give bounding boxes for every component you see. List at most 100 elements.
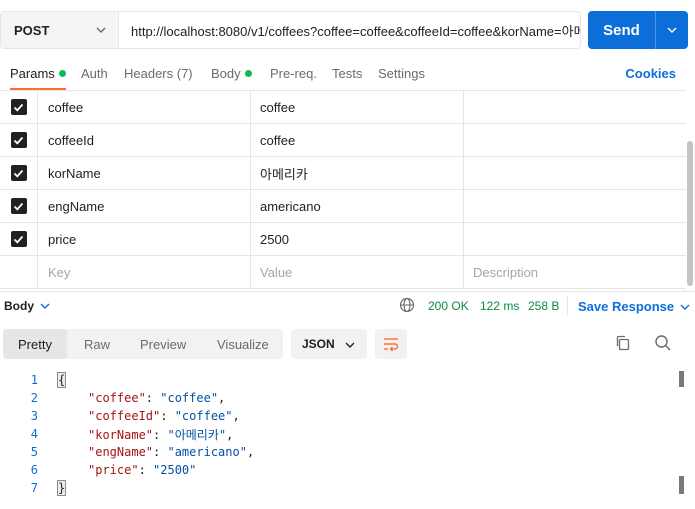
send-dropdown[interactable]	[656, 25, 688, 35]
tab-body-label: Body	[211, 66, 241, 81]
save-response-label: Save Response	[578, 299, 675, 314]
response-body-toggle[interactable]: Body	[4, 299, 50, 313]
check-icon	[13, 235, 24, 244]
response-toolbar: Pretty Raw Preview Visualize JSON	[0, 329, 695, 359]
row-checkbox-cell	[0, 124, 38, 156]
row-checkbox[interactable]	[10, 165, 27, 181]
param-description[interactable]	[464, 190, 686, 222]
format-select[interactable]: JSON	[291, 329, 367, 359]
editor-scrollbar-bottom[interactable]	[679, 476, 684, 494]
value-placeholder[interactable]: Value	[251, 256, 464, 288]
search-icon[interactable]	[654, 334, 672, 352]
row-checkbox-cell	[0, 91, 38, 123]
wrap-lines-icon	[384, 338, 399, 351]
response-time[interactable]: 122 ms	[480, 299, 519, 313]
param-key[interactable]: price	[38, 223, 251, 255]
row-checkbox[interactable]	[10, 231, 27, 247]
chevron-down-icon	[680, 304, 690, 310]
tab-params[interactable]: Params	[10, 66, 66, 90]
request-tabs: Params Auth Headers (7) Body Pre-req. Te…	[0, 62, 695, 90]
send-button[interactable]: Send	[588, 11, 688, 49]
json-separator: ,	[246, 445, 255, 459]
status-code[interactable]: 200 OK	[428, 299, 469, 313]
copy-icon[interactable]	[614, 334, 632, 352]
json-key: "price"	[88, 463, 139, 477]
tab-params-label: Params	[10, 66, 55, 81]
tab-headers[interactable]: Headers (7)	[124, 66, 193, 81]
response-json-editor[interactable]: 1 { 2 "coffee": "coffee", 3 "coffeeId": …	[0, 371, 680, 501]
response-size[interactable]: 258 B	[528, 299, 559, 313]
save-response-button[interactable]: Save Response	[578, 299, 690, 314]
format-label: JSON	[302, 337, 335, 351]
tab-auth[interactable]: Auth	[81, 66, 108, 81]
code-line: 4 "korName": "아메리카",	[0, 425, 680, 443]
cookies-link[interactable]: Cookies	[625, 66, 676, 81]
row-checkbox[interactable]	[10, 198, 27, 214]
send-label: Send	[603, 21, 640, 39]
check-icon	[13, 136, 24, 145]
param-key[interactable]: korName	[38, 157, 251, 189]
wrap-lines-button[interactable]	[375, 329, 407, 359]
json-value: "아메리카"	[167, 427, 227, 442]
param-description[interactable]	[464, 223, 686, 255]
body-indicator-dot	[244, 70, 252, 77]
row-checkbox-cell	[0, 256, 38, 288]
line-number: 3	[30, 409, 38, 423]
divider	[567, 295, 568, 315]
code-line: 2 "coffee": "coffee",	[0, 389, 680, 407]
row-checkbox-cell	[0, 157, 38, 189]
table-row: coffee coffee	[0, 91, 686, 124]
param-value[interactable]: americano	[251, 190, 464, 222]
tab-tests[interactable]: Tests	[332, 66, 362, 81]
param-description[interactable]	[464, 91, 686, 123]
line-number: 4	[30, 427, 38, 441]
view-mode-tabs: Pretty Raw Preview Visualize	[3, 329, 283, 359]
view-visualize[interactable]: Visualize	[217, 329, 269, 359]
params-indicator-dot	[58, 70, 66, 77]
json-key: "engName"	[88, 445, 154, 459]
view-pretty[interactable]: Pretty	[3, 329, 67, 359]
row-checkbox[interactable]	[10, 99, 27, 115]
url-bar: POST http://localhost:8080/v1/coffees?co…	[0, 11, 581, 49]
param-key[interactable]: engName	[38, 190, 251, 222]
check-icon	[13, 103, 24, 112]
table-row-empty: Key Value Description	[0, 256, 686, 289]
response-bar: Body 200 OK 122 ms 258 B Save Response	[0, 291, 695, 319]
json-separator: ,	[232, 409, 240, 423]
params-scrollbar[interactable]	[687, 141, 693, 286]
param-value[interactable]: coffee	[251, 124, 464, 156]
method-label: POST	[14, 22, 50, 38]
editor-scrollbar-top[interactable]	[679, 371, 684, 387]
chevron-down-icon	[96, 27, 106, 33]
json-value: "coffee"	[160, 391, 219, 405]
table-row: korName 아메리카	[0, 157, 686, 190]
method-select[interactable]: POST	[1, 12, 119, 48]
json-close-brace: }	[56, 480, 67, 496]
check-icon	[13, 169, 24, 178]
globe-icon[interactable]	[399, 297, 415, 313]
tab-prereq[interactable]: Pre-req.	[270, 66, 317, 81]
param-description[interactable]	[464, 157, 686, 189]
table-row: engName americano	[0, 190, 686, 223]
description-placeholder[interactable]: Description	[464, 256, 686, 288]
chevron-down-icon	[40, 303, 50, 309]
tab-settings[interactable]: Settings	[378, 66, 425, 81]
param-key[interactable]: coffeeId	[38, 124, 251, 156]
row-checkbox[interactable]	[10, 132, 27, 148]
view-preview[interactable]: Preview	[140, 329, 186, 359]
url-input[interactable]: http://localhost:8080/v1/coffees?coffee=…	[119, 12, 580, 48]
code-line: 6 "price": "2500"	[0, 461, 680, 479]
tab-body[interactable]: Body	[211, 66, 252, 81]
param-value[interactable]: 아메리카	[251, 157, 464, 189]
param-value[interactable]: 2500	[251, 223, 464, 255]
chevron-down-icon	[667, 27, 677, 33]
json-separator: ,	[218, 391, 226, 405]
code-line: 7 }	[0, 479, 680, 497]
json-key: "korName"	[88, 427, 154, 442]
param-description[interactable]	[464, 124, 686, 156]
param-value[interactable]: coffee	[251, 91, 464, 123]
view-raw[interactable]: Raw	[84, 329, 110, 359]
json-value: "2500"	[153, 463, 197, 477]
param-key[interactable]: coffee	[38, 91, 251, 123]
key-placeholder[interactable]: Key	[38, 256, 251, 288]
